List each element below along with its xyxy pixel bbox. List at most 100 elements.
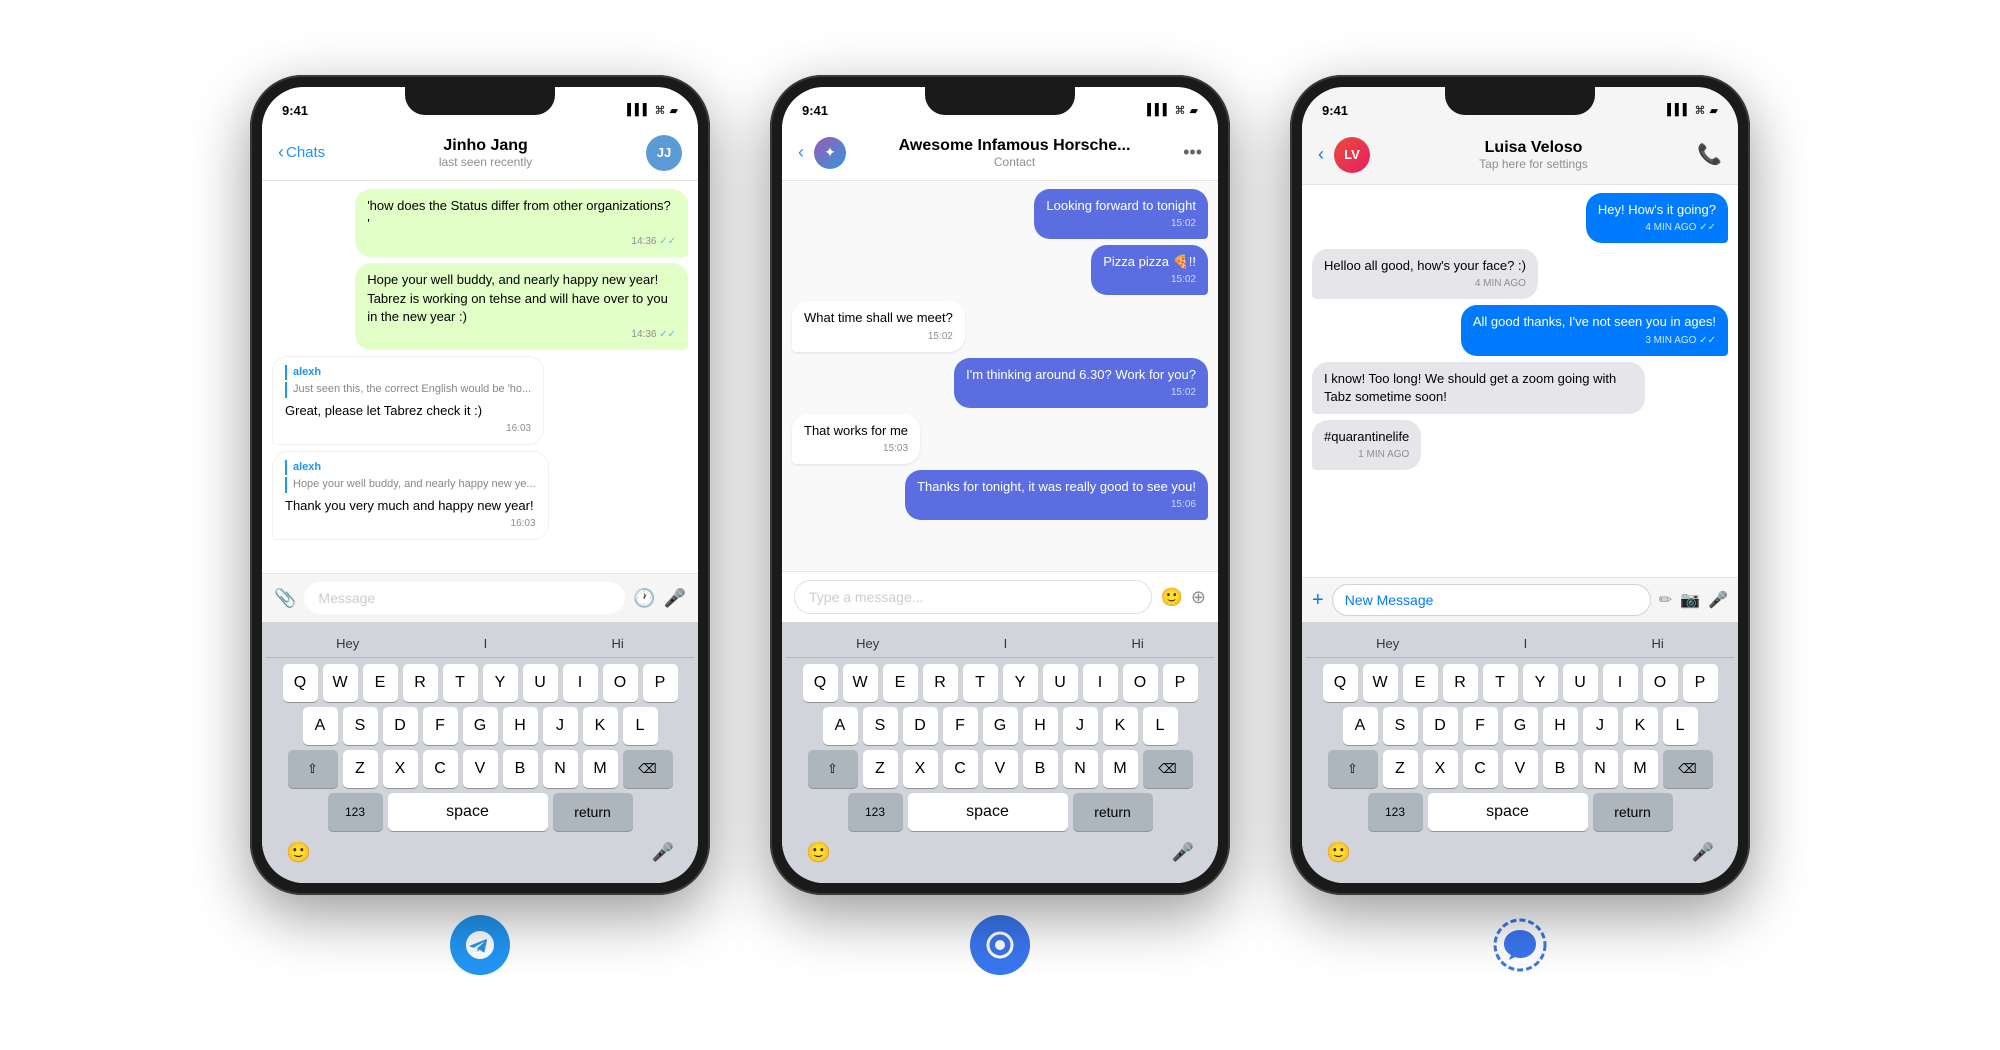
key-F-t[interactable]: F (423, 707, 458, 745)
key-B-im[interactable]: B (1543, 750, 1578, 788)
key-V-t[interactable]: V (463, 750, 498, 788)
key-G-t[interactable]: G (463, 707, 498, 745)
key-M-t[interactable]: M (583, 750, 618, 788)
emoji-icon-t[interactable]: 🙂 (286, 840, 311, 865)
key-Y-t[interactable]: Y (483, 664, 518, 702)
handwrite-icon[interactable]: ✏ (1659, 590, 1672, 610)
key-V-b[interactable]: V (983, 750, 1018, 788)
avatar-imessage[interactable]: LV (1334, 137, 1370, 173)
back-label[interactable]: Chats (286, 144, 325, 161)
back-button-telegram[interactable]: ‹ Chats (278, 142, 325, 163)
suggestion-i-2[interactable]: I (996, 634, 1016, 653)
suggestion-i-1[interactable]: I (476, 634, 496, 653)
suggestion-hey-3[interactable]: Hey (1368, 634, 1407, 653)
key-P-b[interactable]: P (1163, 664, 1198, 702)
signal-app-icon[interactable] (1490, 915, 1550, 975)
key-L-b[interactable]: L (1143, 707, 1178, 745)
key-N-b[interactable]: N (1063, 750, 1098, 788)
key-A-t[interactable]: A (303, 707, 338, 745)
key-D-im[interactable]: D (1423, 707, 1458, 745)
key-H-im[interactable]: H (1543, 707, 1578, 745)
key-N-im[interactable]: N (1583, 750, 1618, 788)
key-O-b[interactable]: O (1123, 664, 1158, 702)
key-O-t[interactable]: O (603, 664, 638, 702)
key-N-t[interactable]: N (543, 750, 578, 788)
key-T-im[interactable]: T (1483, 664, 1518, 702)
suggestion-hi-2[interactable]: Hi (1124, 634, 1152, 653)
key-shift-im[interactable]: ⇧ (1328, 750, 1378, 788)
key-M-b[interactable]: M (1103, 750, 1138, 788)
key-return-t[interactable]: return (553, 793, 633, 831)
key-O-im[interactable]: O (1643, 664, 1678, 702)
message-input-telegram[interactable]: Message (304, 582, 625, 614)
key-S-b[interactable]: S (863, 707, 898, 745)
mic-icon-imessage[interactable]: 🎤 (1708, 590, 1728, 610)
key-I-b[interactable]: I (1083, 664, 1118, 702)
message-input-imessage[interactable]: New Message (1332, 584, 1651, 616)
bobble-app-icon[interactable] (970, 915, 1030, 975)
more-options-icon-bobble[interactable]: ••• (1183, 142, 1202, 163)
key-C-t[interactable]: C (423, 750, 458, 788)
key-return-b[interactable]: return (1073, 793, 1153, 831)
key-space-im[interactable]: space (1428, 793, 1588, 831)
key-C-im[interactable]: C (1463, 750, 1498, 788)
key-H-b[interactable]: H (1023, 707, 1058, 745)
key-U-im[interactable]: U (1563, 664, 1598, 702)
suggestion-hi-1[interactable]: Hi (604, 634, 632, 653)
add-icon-bobble[interactable]: ⊕ (1191, 587, 1206, 608)
key-del-im[interactable]: ⌫ (1663, 750, 1713, 788)
key-S-t[interactable]: S (343, 707, 378, 745)
key-K-im[interactable]: K (1623, 707, 1658, 745)
key-Z-b[interactable]: Z (863, 750, 898, 788)
key-shift-b[interactable]: ⇧ (808, 750, 858, 788)
key-W-b[interactable]: W (843, 664, 878, 702)
key-E-im[interactable]: E (1403, 664, 1438, 702)
key-F-im[interactable]: F (1463, 707, 1498, 745)
key-Q-b[interactable]: Q (803, 664, 838, 702)
key-123-t[interactable]: 123 (328, 793, 383, 831)
key-B-t[interactable]: B (503, 750, 538, 788)
key-R-im[interactable]: R (1443, 664, 1478, 702)
key-shift-t[interactable]: ⇧ (288, 750, 338, 788)
suggestion-i-3[interactable]: I (1516, 634, 1536, 653)
key-X-im[interactable]: X (1423, 750, 1458, 788)
key-Y-b[interactable]: Y (1003, 664, 1038, 702)
mic-bottom-icon-b[interactable]: 🎤 (1172, 842, 1194, 863)
suggestion-hey-2[interactable]: Hey (848, 634, 887, 653)
mic-icon-telegram[interactable]: 🎤 (664, 588, 686, 609)
key-G-im[interactable]: G (1503, 707, 1538, 745)
key-T-t[interactable]: T (443, 664, 478, 702)
key-Q-im[interactable]: Q (1323, 664, 1358, 702)
key-U-b[interactable]: U (1043, 664, 1078, 702)
key-P-t[interactable]: P (643, 664, 678, 702)
emoji-icon-kim[interactable]: 🙂 (1326, 840, 1351, 865)
key-E-t[interactable]: E (363, 664, 398, 702)
emoji-icon-bobble[interactable]: 🙂 (1160, 587, 1182, 608)
key-123-b[interactable]: 123 (848, 793, 903, 831)
key-Z-t[interactable]: Z (343, 750, 378, 788)
key-G-b[interactable]: G (983, 707, 1018, 745)
key-D-b[interactable]: D (903, 707, 938, 745)
back-button-bobble[interactable]: ‹ (798, 142, 804, 163)
key-W-im[interactable]: W (1363, 664, 1398, 702)
key-del-t[interactable]: ⌫ (623, 750, 673, 788)
telegram-app-icon[interactable] (450, 915, 510, 975)
key-123-im[interactable]: 123 (1368, 793, 1423, 831)
key-T-b[interactable]: T (963, 664, 998, 702)
contact-info-imessage[interactable]: Luisa Veloso Tap here for settings (1380, 139, 1687, 171)
key-Y-im[interactable]: Y (1523, 664, 1558, 702)
key-Q-t[interactable]: Q (283, 664, 318, 702)
key-B-b[interactable]: B (1023, 750, 1058, 788)
key-F-b[interactable]: F (943, 707, 978, 745)
back-button-imessage[interactable]: ‹ (1318, 144, 1324, 165)
key-L-t[interactable]: L (623, 707, 658, 745)
mic-bottom-icon-im[interactable]: 🎤 (1692, 842, 1714, 863)
key-I-im[interactable]: I (1603, 664, 1638, 702)
key-return-im[interactable]: return (1593, 793, 1673, 831)
key-R-b[interactable]: R (923, 664, 958, 702)
key-K-t[interactable]: K (583, 707, 618, 745)
attachment-icon[interactable]: 📎 (274, 588, 296, 609)
avatar-telegram[interactable]: JJ (646, 135, 682, 171)
key-Z-im[interactable]: Z (1383, 750, 1418, 788)
key-J-im[interactable]: J (1583, 707, 1618, 745)
